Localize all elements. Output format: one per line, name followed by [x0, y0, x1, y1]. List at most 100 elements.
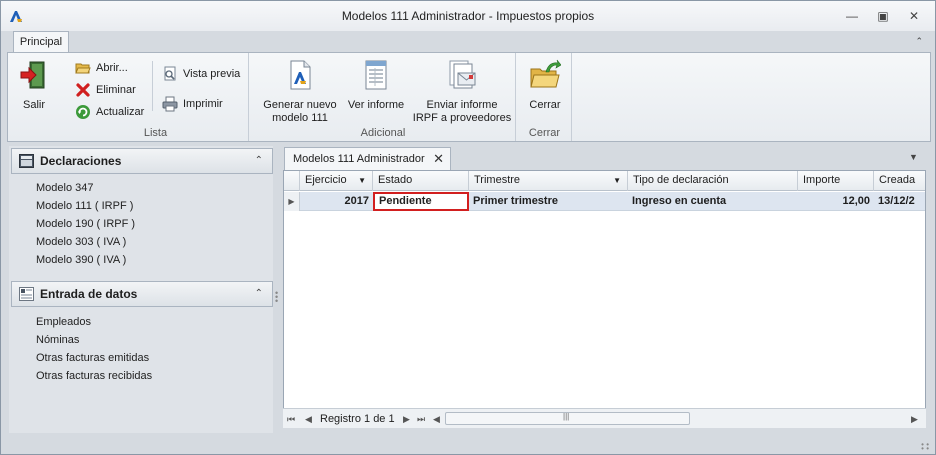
first-record-icon[interactable]: ⏮	[287, 411, 295, 427]
salir-button[interactable]: Salir	[16, 59, 52, 112]
sort-dropdown-icon[interactable]: ▼	[358, 171, 366, 190]
horizontal-scrollbar[interactable]: |||	[445, 412, 690, 425]
nav-item-modelo-303[interactable]: Modelo 303 ( IVA )	[36, 235, 126, 249]
tipo-header-label: Tipo de declaración	[633, 174, 729, 186]
send-report-icon	[449, 60, 476, 89]
entrada-title: Entrada de datos	[40, 287, 138, 301]
group-label-lista: Lista	[143, 127, 168, 139]
title-bar: Modelos 111 Administrador - Impuestos pr…	[1, 1, 935, 31]
record-counter: Registro 1 de 1	[320, 413, 395, 425]
group-label-cerrar: Cerrar	[528, 127, 561, 139]
chevron-up-icon[interactable]: ⌃	[255, 149, 263, 173]
imprimir-label: Imprimir	[183, 98, 223, 110]
close-tab-icon[interactable]: ✕	[433, 148, 444, 170]
nav-item-modelo-111[interactable]: Modelo 111 ( IRPF )	[36, 199, 133, 213]
close-folder-icon	[530, 59, 562, 88]
generar-label-line1: Generar nuevo	[263, 99, 337, 111]
refresh-icon	[76, 105, 90, 119]
generar-label-line2: modelo 111	[272, 112, 328, 124]
status-bar: • • • •	[1, 433, 935, 454]
print-preview-icon	[164, 66, 176, 81]
imprimir-button[interactable]: Imprimir	[162, 94, 223, 114]
pane-splitter-grip[interactable]: • • •	[275, 289, 278, 306]
ribbon-collapse-icon[interactable]: ⌃	[915, 36, 923, 47]
declarations-grid: Ejercicio ▼ Estado Trimestre ▼ Tipo de d…	[283, 170, 926, 428]
ejercicio-header-label: Ejercicio	[305, 174, 347, 186]
eliminar-button[interactable]: Eliminar	[75, 80, 136, 100]
enviar-informe-button[interactable]: Enviar informe IRPF a proveedores	[411, 59, 513, 125]
row-indicator-header	[284, 171, 300, 191]
nav-item-otras-emitidas[interactable]: Otras facturas emitidas	[36, 351, 149, 365]
cerrar-button[interactable]: Cerrar	[524, 59, 566, 112]
nav-item-otras-recibidas[interactable]: Otras facturas recibidas	[36, 369, 152, 383]
resize-grip-icon[interactable]: • • • •	[921, 441, 929, 453]
ver-informe-label: Ver informe	[347, 99, 405, 111]
folder-open-icon	[75, 63, 91, 74]
nav-item-modelo-190[interactable]: Modelo 190 ( IRPF )	[36, 217, 135, 231]
scroll-right-icon[interactable]: ▶	[911, 411, 918, 427]
navigation-pane: Declaraciones ⌃ Modelo 347 Modelo 111 ( …	[9, 146, 273, 451]
scrollbar-grip[interactable]: |||	[563, 412, 569, 421]
previous-record-icon[interactable]: ◀	[305, 411, 312, 427]
sort-dropdown-icon[interactable]: ▼	[613, 171, 621, 190]
exit-door-icon	[20, 61, 45, 89]
salir-label: Salir	[22, 99, 45, 111]
grid-header: Ejercicio ▼ Estado Trimestre ▼ Tipo de d…	[284, 171, 925, 191]
chevron-up-icon[interactable]: ⌃	[255, 282, 263, 306]
maximize-button[interactable]: ▣	[872, 7, 894, 25]
ribbon-tab-row: Principal ⌃	[1, 31, 935, 53]
column-header-importe[interactable]: Importe	[798, 171, 874, 191]
cell-tipo[interactable]: Ingreso en cuenta	[628, 192, 798, 211]
column-header-estado[interactable]: Estado	[373, 171, 469, 191]
ribbon-group-adicional: Generar nuevo modelo 111 Ver informe Env…	[251, 53, 516, 141]
row-indicator-arrow-icon[interactable]: ▶	[284, 192, 300, 211]
column-header-creada[interactable]: Creada	[874, 171, 925, 191]
cell-estado[interactable]: Pendiente	[373, 192, 469, 211]
section-entrada-header[interactable]: Entrada de datos ⌃	[11, 281, 273, 307]
document-tab-label: Modelos 111 Administrador	[293, 153, 425, 165]
importe-header-label: Importe	[803, 174, 841, 186]
group-label-adicional: Adicional	[360, 127, 406, 139]
scroll-left-icon[interactable]: ◀	[433, 411, 440, 427]
tab-list-dropdown-icon[interactable]: ▼	[909, 152, 918, 162]
generar-nuevo-button[interactable]: Generar nuevo modelo 111	[257, 59, 343, 125]
nav-item-modelo-390[interactable]: Modelo 390 ( IVA )	[36, 253, 126, 267]
actualizar-button[interactable]: Actualizar	[75, 102, 144, 122]
enviar-label-line1: Enviar informe	[426, 99, 498, 111]
nav-item-nominas[interactable]: Nóminas	[36, 333, 79, 347]
abrir-label: Abrir...	[96, 62, 128, 74]
lista-separator	[152, 61, 153, 111]
report-icon	[365, 60, 387, 90]
column-header-ejercicio[interactable]: Ejercicio ▼	[300, 171, 373, 191]
vista-previa-button[interactable]: Vista previa	[162, 64, 240, 84]
nav-item-modelo-347[interactable]: Modelo 347	[36, 181, 94, 195]
actualizar-label: Actualizar	[96, 106, 145, 118]
column-header-trimestre[interactable]: Trimestre ▼	[469, 171, 628, 191]
ribbon-group-salir: Salir	[8, 53, 60, 141]
enviar-label-line2: IRPF a proveedores	[412, 112, 512, 124]
ver-informe-button[interactable]: Ver informe	[343, 59, 409, 112]
nav-item-empleados[interactable]: Empleados	[36, 315, 91, 329]
trimestre-header-label: Trimestre	[474, 174, 521, 186]
creada-header-label: Creada	[879, 174, 916, 186]
document-tab[interactable]: Modelos 111 Administrador ✕	[284, 147, 451, 171]
tab-principal[interactable]: Principal	[13, 31, 69, 53]
vista-previa-label: Vista previa	[183, 68, 241, 80]
minimize-button[interactable]: —	[841, 7, 863, 25]
close-window-button[interactable]: ✕	[903, 7, 925, 25]
ribbon: Salir Abrir... Eliminar Actualizar Vista…	[7, 52, 931, 142]
grid-navigator: ⏮ ◀ Registro 1 de 1 ▶ ⏭ ◀ ||| ▶	[283, 408, 926, 428]
cell-creada[interactable]: 13/12/2	[874, 192, 925, 211]
section-declaraciones-header[interactable]: Declaraciones ⌃	[11, 148, 273, 174]
table-row[interactable]: 2017 Pendiente Primer trimestre Ingreso …	[300, 192, 925, 211]
column-header-tipo[interactable]: Tipo de declaración	[628, 171, 798, 191]
declaraciones-title: Declaraciones	[40, 154, 122, 168]
cell-trimestre[interactable]: Primer trimestre	[469, 192, 628, 211]
abrir-button[interactable]: Abrir...	[75, 58, 128, 78]
window-title: Modelos 111 Administrador - Impuestos pr…	[341, 9, 595, 23]
next-record-icon[interactable]: ▶	[403, 411, 410, 427]
cell-ejercicio[interactable]: 2017	[300, 192, 373, 211]
cell-importe[interactable]: 12,00	[798, 192, 874, 211]
last-record-icon[interactable]: ⏭	[417, 411, 425, 427]
eliminar-label: Eliminar	[96, 84, 136, 96]
